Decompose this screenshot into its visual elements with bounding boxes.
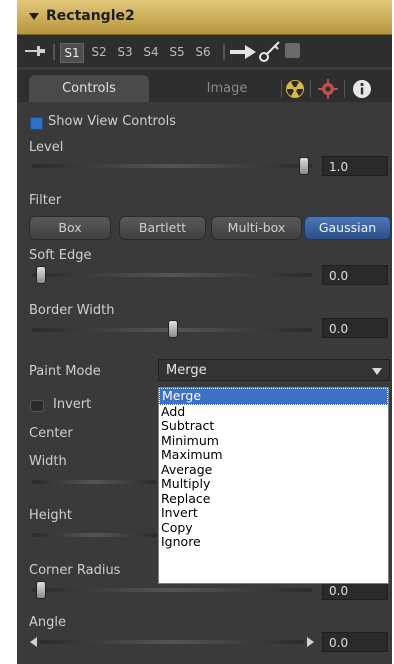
soft-edge-slider[interactable]	[32, 273, 312, 277]
view-s4-button[interactable]: S4	[140, 43, 162, 61]
view-s2-button[interactable]: S2	[88, 43, 110, 61]
tool-header[interactable]: Rectangle2	[17, 0, 392, 35]
save-icon[interactable]	[285, 43, 300, 58]
divider	[223, 44, 225, 60]
height-slider[interactable]	[32, 533, 157, 537]
paint-mode-option-copy[interactable]: Copy	[159, 520, 388, 536]
collapse-triangle-icon[interactable]	[29, 13, 39, 20]
corner-radius-label: Corner Radius	[29, 563, 121, 578]
invert-checkbox[interactable]	[30, 400, 44, 412]
radioactive-icon[interactable]	[285, 79, 305, 99]
height-label: Height	[29, 508, 72, 523]
filter-label: Filter	[29, 193, 62, 208]
divider	[53, 44, 55, 60]
filter-box-button[interactable]: Box	[29, 216, 111, 240]
angle-value-field[interactable]: 0.0	[322, 632, 388, 652]
paint-mode-option-replace[interactable]: Replace	[159, 491, 388, 507]
filter-bartlett-button[interactable]: Bartlett	[119, 216, 206, 240]
paint-mode-options-list: Merge Add Subtract Minimum Maximum Avera…	[158, 387, 389, 584]
divider	[344, 80, 345, 98]
tab-bar: Controls Image	[17, 70, 392, 102]
border-width-value-field[interactable]: 0.0	[322, 318, 388, 338]
paint-mode-selected: Merge	[166, 363, 207, 378]
show-view-controls-checkbox[interactable]	[30, 117, 43, 130]
view-s1-button[interactable]: S1	[60, 43, 84, 63]
level-value-field[interactable]: 1.0	[322, 156, 388, 176]
corner-radius-slider-thumb[interactable]	[36, 581, 46, 599]
paint-mode-option-minimum[interactable]: Minimum	[159, 433, 388, 449]
arrow-right-icon[interactable]	[307, 637, 314, 647]
soft-edge-value-field[interactable]: 0.0	[322, 265, 388, 285]
view-strip: S1 S2 S3 S4 S5 S6	[17, 35, 392, 67]
angle-slider[interactable]	[39, 640, 304, 644]
filter-gaussian-button[interactable]: Gaussian	[304, 216, 391, 240]
key-icon[interactable]	[259, 40, 281, 62]
width-label: Width	[29, 454, 67, 469]
soft-edge-label: Soft Edge	[29, 248, 92, 263]
paint-mode-option-merge[interactable]: Merge	[159, 388, 388, 405]
paint-mode-label: Paint Mode	[29, 364, 101, 379]
width-slider[interactable]	[32, 480, 157, 484]
divider	[281, 80, 282, 98]
paint-mode-option-ignore[interactable]: Ignore	[159, 534, 388, 550]
paint-mode-option-maximum[interactable]: Maximum	[159, 447, 388, 463]
chevron-down-icon	[372, 368, 382, 375]
view-s5-button[interactable]: S5	[166, 43, 188, 61]
arrow-right-icon[interactable]	[230, 45, 256, 59]
info-icon[interactable]	[352, 79, 372, 99]
tool-panel: Rectangle2 S1 S2 S3 S4 S5 S6 Controls Im…	[17, 0, 392, 664]
tab-image[interactable]: Image	[177, 75, 277, 102]
paint-mode-option-average[interactable]: Average	[159, 462, 388, 478]
corner-radius-slider[interactable]	[32, 588, 312, 592]
paint-mode-dropdown[interactable]: Merge	[158, 359, 390, 381]
soft-edge-slider-thumb[interactable]	[36, 266, 46, 284]
arrow-left-icon[interactable]	[30, 637, 37, 647]
gear-icon[interactable]	[318, 79, 338, 99]
divider	[310, 80, 311, 98]
filter-multibox-button[interactable]: Multi-box	[211, 216, 302, 240]
paint-mode-option-subtract[interactable]: Subtract	[159, 418, 388, 434]
level-slider[interactable]	[32, 164, 312, 168]
pin-icon[interactable]	[25, 45, 45, 57]
border-width-label: Border Width	[29, 303, 115, 318]
paint-mode-option-invert[interactable]: Invert	[159, 505, 388, 521]
level-label: Level	[29, 140, 64, 155]
angle-label: Angle	[29, 615, 66, 630]
paint-mode-option-add[interactable]: Add	[159, 404, 388, 420]
show-view-controls-label: Show View Controls	[48, 114, 176, 129]
center-label: Center	[29, 426, 73, 441]
paint-mode-option-multiply[interactable]: Multiply	[159, 476, 388, 492]
tab-controls[interactable]: Controls	[29, 75, 149, 102]
view-s3-button[interactable]: S3	[114, 43, 136, 61]
border-width-slider-thumb[interactable]	[168, 320, 178, 338]
invert-label: Invert	[53, 397, 92, 412]
level-slider-thumb[interactable]	[298, 157, 309, 175]
view-s6-button[interactable]: S6	[192, 43, 214, 61]
tool-title: Rectangle2	[46, 8, 135, 24]
